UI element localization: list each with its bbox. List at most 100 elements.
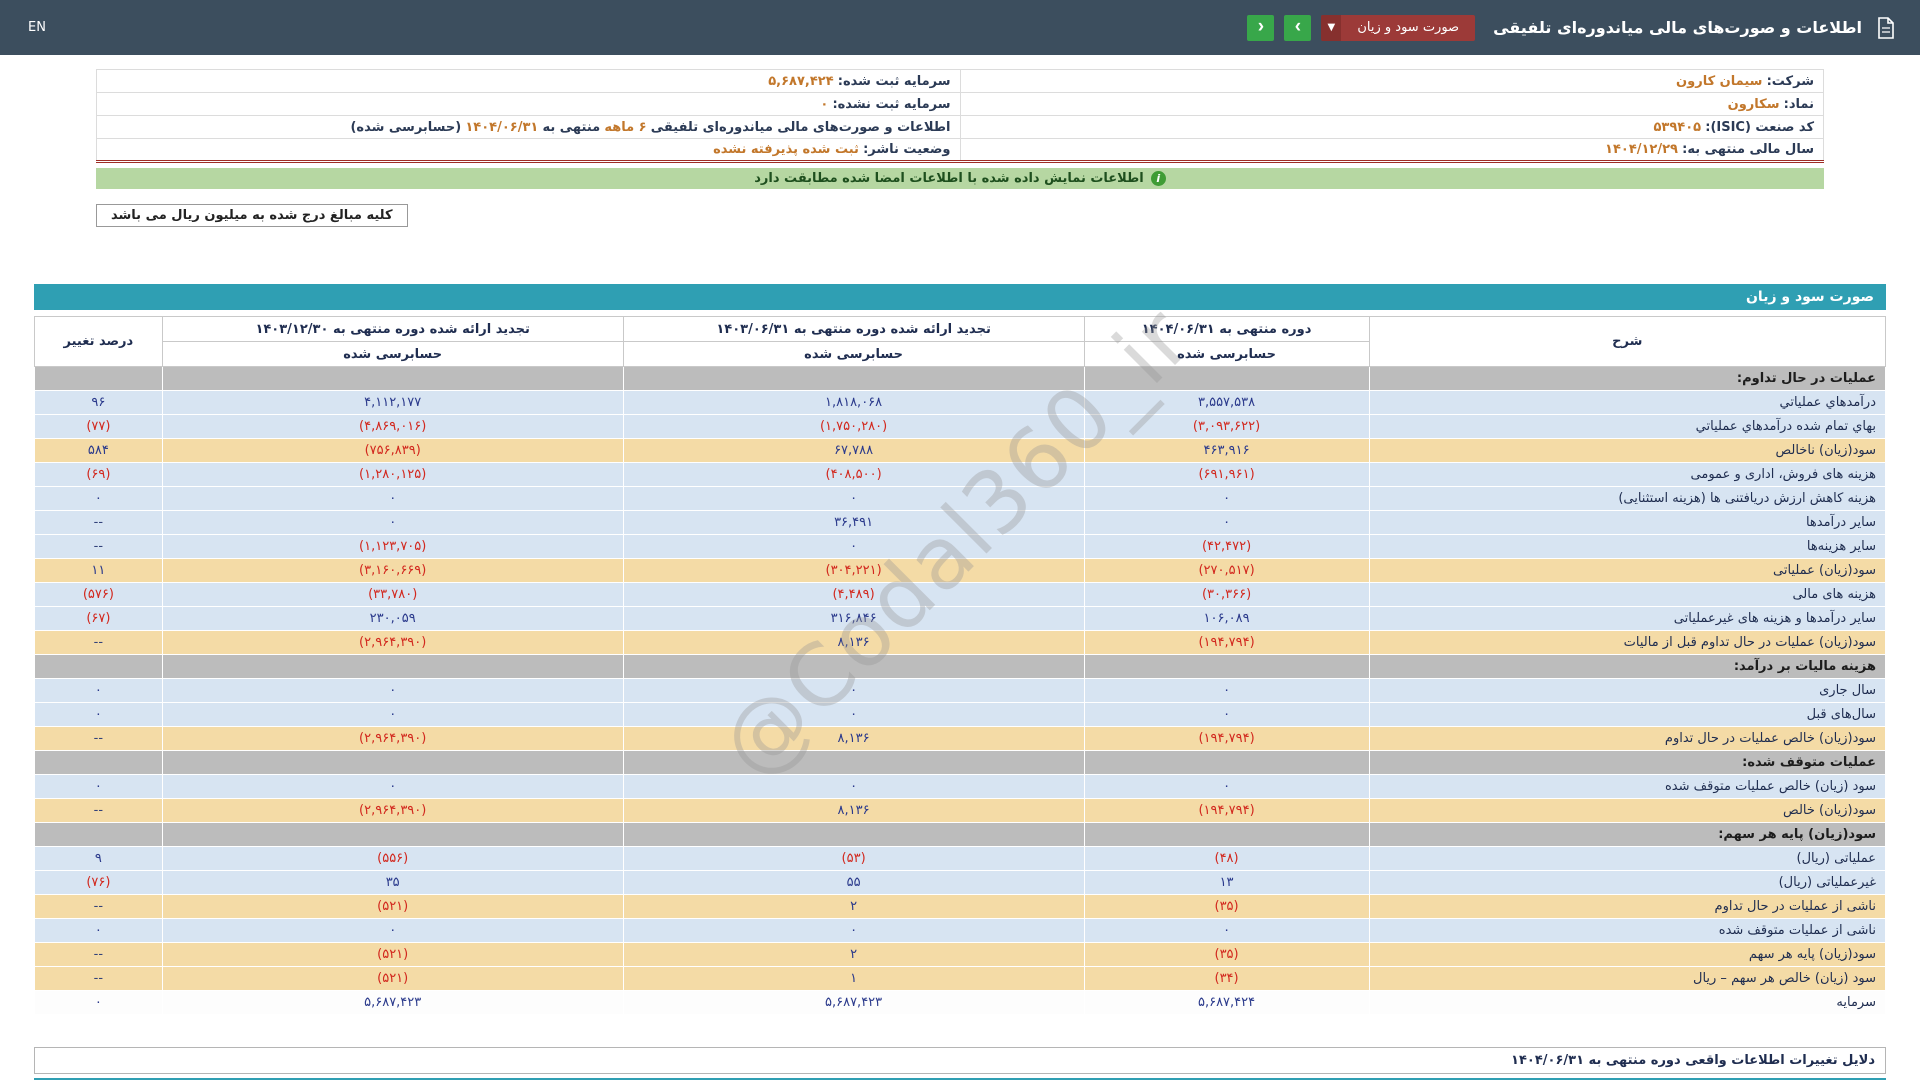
row-label: هزینه مالیات بر درآمد:	[1369, 655, 1885, 679]
row-value: ۰	[623, 535, 1084, 559]
statement-row: سود(زیان) عملیاتی(۲۷۰,۵۱۷)(۳۰۴,۲۲۱)(۳,۱۶…	[35, 559, 1886, 583]
info-label: شرکت:	[1767, 74, 1814, 89]
row-percent: ۰	[35, 679, 163, 703]
changes-reason-header: دلایل تغییرات اطلاعات واقعی دوره منتهی ب…	[34, 1047, 1886, 1074]
statement-header: شرح دوره منتهی به ۱۴۰۴/۰۶/۳۱ تجدید ارائه…	[35, 317, 1886, 367]
row-value: (۱,۲۸۰,۱۲۵)	[162, 463, 623, 487]
row-percent: --	[35, 511, 163, 535]
column-header-percent-change: درصد تغییر	[35, 317, 163, 367]
column-header-period-current: دوره منتهی به ۱۴۰۴/۰۶/۳۱	[1084, 317, 1369, 342]
row-value	[162, 655, 623, 679]
row-value: ۰	[162, 679, 623, 703]
statement-row: سال جاری۰۰۰۰	[35, 679, 1886, 703]
column-header-description: شرح	[1369, 317, 1885, 367]
row-value: (۳۴)	[1084, 967, 1369, 991]
row-label: سال‌های قبل	[1369, 703, 1885, 727]
signature-match-text: اطلاعات نمایش داده شده با اطلاعات امضا ش…	[754, 171, 1144, 186]
row-label: ناشی از عملیات در حال تداوم	[1369, 895, 1885, 919]
row-label: هزینه های فروش، اداری و عمومی	[1369, 463, 1885, 487]
row-percent: ۰	[35, 775, 163, 799]
row-value: (۳,۱۶۰,۶۶۹)	[162, 559, 623, 583]
row-percent: --	[35, 631, 163, 655]
row-value	[1084, 367, 1369, 391]
column-header-period-restated-2: تجدید ارائه شده دوره منتهی به ۱۴۰۳/۱۲/۳۰	[162, 317, 623, 342]
info-cell: سرمایه ثبت نشده: ۰	[97, 93, 961, 116]
info-row: شرکت: سیمان کارون سرمایه ثبت شده: ۵,۶۸۷,…	[97, 70, 1824, 93]
row-label: سود(زیان) عملیات در حال تداوم قبل از مال…	[1369, 631, 1885, 655]
info-label: کد صنعت (ISIC):	[1705, 120, 1814, 135]
row-value: ۰	[623, 919, 1084, 943]
language-toggle-en[interactable]: EN	[22, 16, 52, 39]
row-value: (۵۲۱)	[162, 895, 623, 919]
statement-row: سود(زیان) خالص(۱۹۴,۷۹۴)۸,۱۳۶(۲,۹۶۴,۳۹۰)-…	[35, 799, 1886, 823]
row-label: غیرعملیاتی (ریال)	[1369, 871, 1885, 895]
info-value: ۱۴۰۴/۰۶/۳۱	[465, 120, 538, 135]
nav-arrow-left-button[interactable]: ‹	[1247, 15, 1274, 41]
row-value: (۷۵۶,۸۳۹)	[162, 439, 623, 463]
row-value: (۳۳,۷۸۰)	[162, 583, 623, 607]
statement-row: سایر درآمدها و هزینه های غیرعملیاتی۱۰۶,۰…	[35, 607, 1886, 631]
statement-section-row: عملیات متوقف شده:	[35, 751, 1886, 775]
row-value: (۱۹۴,۷۹۴)	[1084, 727, 1369, 751]
row-value: ۰	[162, 775, 623, 799]
info-value: ثبت شده پذیرفته نشده	[713, 142, 859, 157]
row-label: سود(زیان) عملیاتی	[1369, 559, 1885, 583]
row-label: هزینه کاهش ارزش دریافتنی ها (هزینه استثن…	[1369, 487, 1885, 511]
row-value: ۱۳	[1084, 871, 1369, 895]
row-percent: (۷۷)	[35, 415, 163, 439]
row-value: (۲,۹۶۴,۳۹۰)	[162, 727, 623, 751]
row-label: هزینه های مالی	[1369, 583, 1885, 607]
info-cell: نماد: سکارون	[960, 93, 1824, 116]
statement-row: سود (زیان) خالص هر سهم – ریال(۳۴)۱(۵۲۱)-…	[35, 967, 1886, 991]
row-value: ۴۶۳,۹۱۶	[1084, 439, 1369, 463]
row-percent: (۷۶)	[35, 871, 163, 895]
row-value: ۲	[623, 943, 1084, 967]
chevron-down-icon: ▼	[1321, 15, 1341, 41]
row-value: ۰	[1084, 487, 1369, 511]
info-label: نماد:	[1784, 97, 1814, 112]
nav-arrow-right-button[interactable]: ›	[1284, 15, 1311, 41]
row-value: ۰	[1084, 679, 1369, 703]
report-type-dropdown[interactable]: صورت سود و زیان ▼	[1321, 15, 1475, 41]
row-value: (۳۵)	[1084, 943, 1369, 967]
row-label: سایر درآمدها	[1369, 511, 1885, 535]
row-value: ۵,۶۸۷,۴۲۳	[162, 991, 623, 1015]
statement-row: عملیاتی (ریال)(۴۸)(۵۳)(۵۵۶)۹	[35, 847, 1886, 871]
topbar: اطلاعات و صورت‌های مالی میاندوره‌ای تلفی…	[0, 0, 1920, 55]
row-value: (۴,۸۶۹,۰۱۶)	[162, 415, 623, 439]
info-rows: شرکت: سیمان کارون سرمایه ثبت شده: ۵,۶۸۷,…	[97, 70, 1824, 162]
row-value: (۵۲۱)	[162, 943, 623, 967]
info-value: ۵۳۹۴۰۵	[1654, 120, 1702, 135]
row-value: ۴,۱۱۲,۱۷۷	[162, 391, 623, 415]
info-label: وضعیت ناشر:	[863, 142, 950, 157]
info-value: ۰	[820, 97, 828, 112]
info-cell: سال مالی منتهی به: ۱۴۰۴/۱۲/۲۹	[960, 139, 1824, 162]
row-value: ۳۶,۴۹۱	[623, 511, 1084, 535]
income-statement-table: شرح دوره منتهی به ۱۴۰۴/۰۶/۳۱ تجدید ارائه…	[34, 316, 1886, 1015]
row-label: سود(زیان) پایه هر سهم	[1369, 943, 1885, 967]
statement-row: هزینه های فروش، اداری و عمومی(۶۹۱,۹۶۱)(۴…	[35, 463, 1886, 487]
info-value: ۱۴۰۴/۱۲/۲۹	[1605, 142, 1678, 157]
row-value	[162, 751, 623, 775]
row-value: ۰	[1084, 703, 1369, 727]
audited-label: حسابرسی شده	[1084, 342, 1369, 367]
row-percent: (۶۹)	[35, 463, 163, 487]
row-value: ۱۰۶,۰۸۹	[1084, 607, 1369, 631]
info-label: منتهی به	[542, 120, 600, 135]
info-value: ۶ ماهه	[604, 120, 646, 135]
row-value: ۰	[1084, 919, 1369, 943]
row-value	[623, 823, 1084, 847]
statement-row: سود(زیان) پایه هر سهم(۳۵)۲(۵۲۱)--	[35, 943, 1886, 967]
row-percent: ۵۸۴	[35, 439, 163, 463]
row-label: سود (زیان) خالص هر سهم – ریال	[1369, 967, 1885, 991]
statement-section-row: هزینه مالیات بر درآمد:	[35, 655, 1886, 679]
row-label: درآمدهاي عملياتي	[1369, 391, 1885, 415]
row-value: ۰	[623, 775, 1084, 799]
row-label: سال جاری	[1369, 679, 1885, 703]
row-label: سود(زیان) خالص	[1369, 799, 1885, 823]
row-percent	[35, 751, 163, 775]
statement-rows: عملیات در حال تداوم:درآمدهاي عملياتي۳,۵۵…	[35, 367, 1886, 1015]
row-value: (۶۹۱,۹۶۱)	[1084, 463, 1369, 487]
row-value: ۵,۶۸۷,۴۲۴	[1084, 991, 1369, 1015]
row-value	[623, 655, 1084, 679]
